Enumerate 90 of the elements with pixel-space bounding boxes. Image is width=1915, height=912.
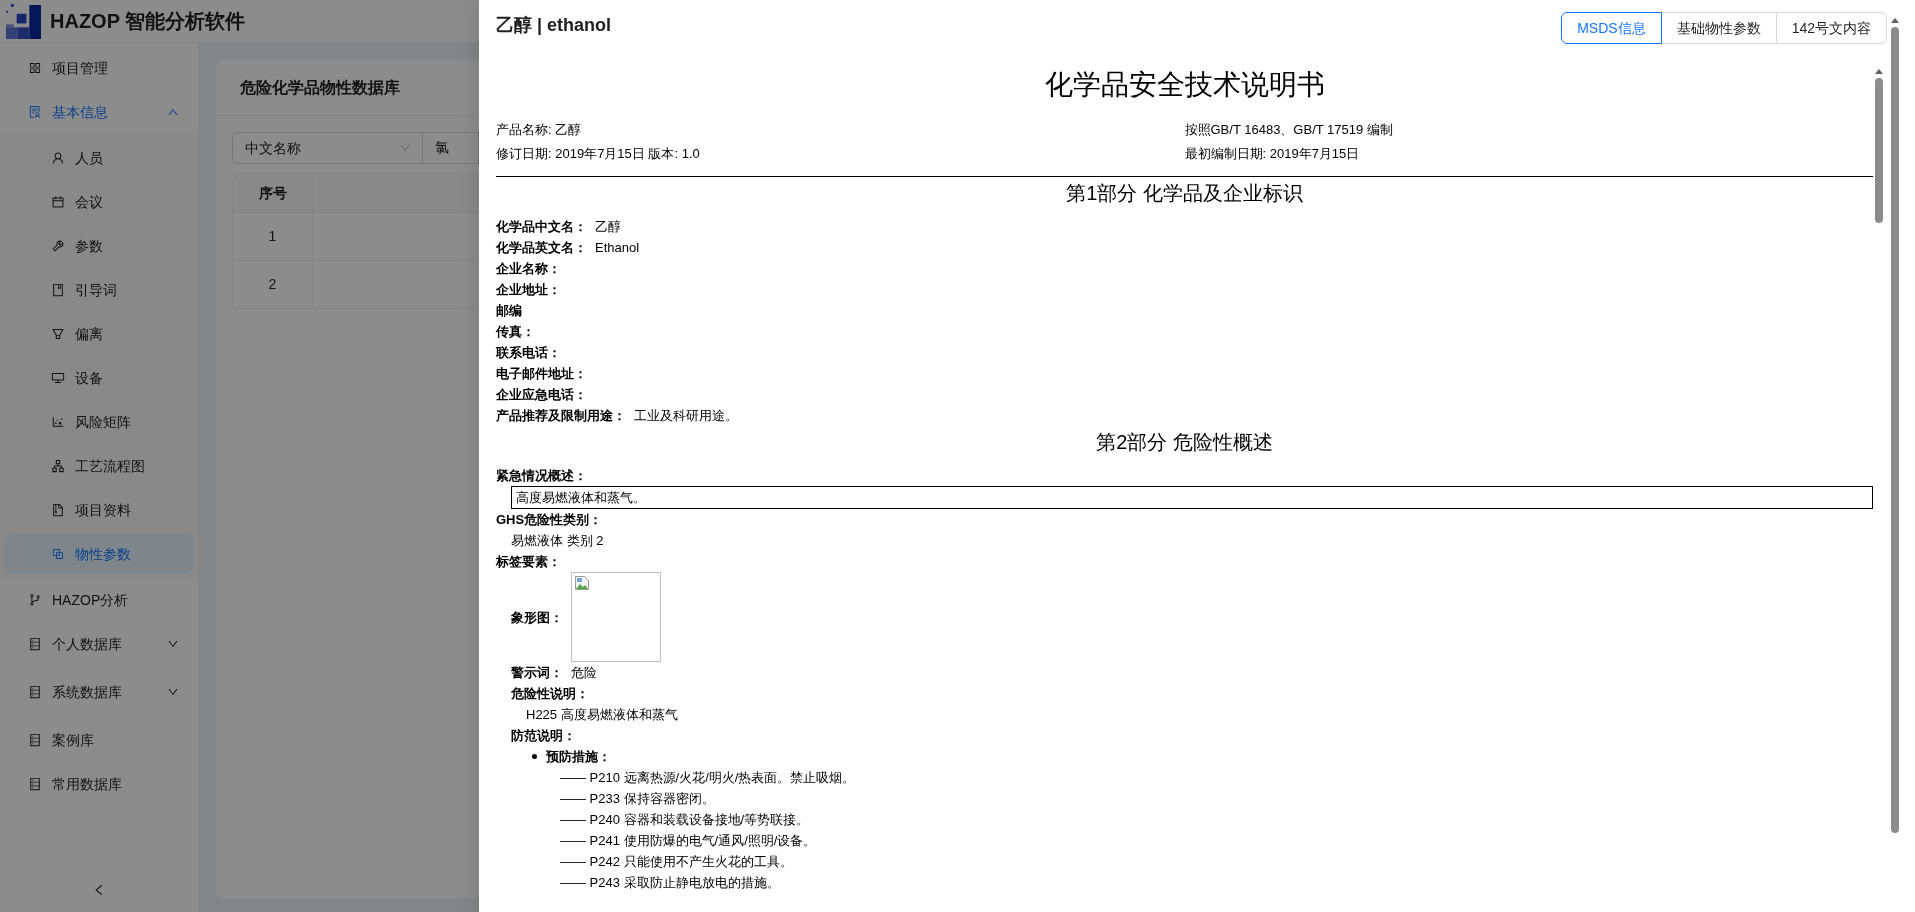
menu-item[interactable]: 基本信息: [4, 92, 194, 132]
monitor-icon: [51, 371, 65, 385]
scrollbar-thumb[interactable]: [1875, 78, 1883, 223]
zip-file-icon: [51, 503, 65, 517]
text-line: —— P243 采取防止静电放电的措施。: [560, 874, 780, 892]
scroll-up-arrow-icon[interactable]: [1891, 18, 1899, 23]
field-label: 企业名称：: [496, 260, 561, 278]
text-line: 易燃液体 类别 2: [511, 532, 604, 550]
document-title: 化学品安全技术说明书: [1044, 68, 1325, 102]
scrollbar-thumb[interactable]: [1891, 27, 1899, 833]
app-title: HAZOP 智能分析软件: [50, 9, 246, 34]
meta-text: 最初编制日期: 2019年7月15日: [1184, 144, 1360, 163]
table-cell: 1: [233, 213, 313, 260]
text-line: —— P242 只能使用不产生火花的工具。: [560, 853, 793, 871]
card-title: 危险化学品物性数据库: [240, 77, 400, 98]
menu-item[interactable]: 风险矩阵: [4, 402, 194, 442]
search-input[interactable]: 氯: [422, 132, 479, 164]
section-heading: 第1部分 化学品及企业标识: [1066, 181, 1303, 206]
text-line: H225 高度易燃液体和蒸气: [526, 706, 678, 724]
menu-item[interactable]: 个人数据库: [4, 624, 194, 664]
database-icon: [28, 733, 42, 747]
tab[interactable]: MSDS信息: [1561, 12, 1662, 44]
menu-item[interactable]: 会议: [4, 182, 194, 222]
broken-image-icon: [574, 575, 590, 591]
branch-icon: [28, 593, 42, 607]
profile-document-icon: [28, 105, 42, 119]
field-label: 象形图：: [511, 608, 563, 627]
field-label: 警示词：: [511, 664, 563, 682]
bordered-text: 高度易燃液体和蒸气。: [511, 486, 1873, 509]
logo-icon: [6, 3, 41, 39]
blocks-icon: [51, 547, 65, 561]
text-line: —— P233 保持容器密闭。: [560, 790, 715, 808]
text-line: —— P241 使用防爆的电气/通风/照明/设备。: [560, 832, 817, 850]
field-label: 邮编: [496, 302, 522, 320]
menu-item[interactable]: 项目资料: [4, 490, 194, 530]
text-line: —— P240 容器和装载设备接地/等势联接。: [560, 811, 810, 829]
tab[interactable]: 基础物性参数: [1660, 12, 1777, 44]
dot-chart-icon: [51, 415, 65, 429]
menu-item[interactable]: 人员: [4, 138, 194, 178]
field-label: 传真：: [496, 323, 535, 341]
menu-item[interactable]: 引导词: [4, 270, 194, 310]
section-heading: 第2部分 危险性概述: [1096, 430, 1273, 455]
bullet-icon: [532, 754, 537, 759]
menu-item[interactable]: 参数: [4, 226, 194, 266]
menu-item[interactable]: HAZOP分析: [4, 580, 194, 620]
menu-item[interactable]: 项目管理: [4, 48, 194, 88]
database-icon: [28, 685, 42, 699]
field-label: 标签要素：: [496, 553, 561, 571]
menu-item[interactable]: 常用数据库: [4, 764, 194, 804]
calendar-icon: [51, 195, 65, 209]
field-label: 化学品英文名：: [496, 239, 587, 257]
text-line: —— P210 远离热源/火花/明火/热表面。禁止吸烟。: [560, 769, 856, 787]
field-value: 危险: [571, 664, 597, 682]
grid-icon: [28, 61, 42, 75]
menu-item[interactable]: 案例库: [4, 720, 194, 760]
database-icon: [28, 637, 42, 651]
menu-item[interactable]: 工艺流程图: [4, 446, 194, 486]
field-label: 危险性说明：: [511, 685, 589, 703]
menu-item[interactable]: 系统数据库: [4, 672, 194, 712]
drawer-title: 乙醇 | ethanol: [496, 14, 612, 37]
field-label: 化学品中文名：: [496, 218, 587, 236]
field-label: GHS危险性类别：: [496, 511, 603, 529]
field-label: 联系电话：: [496, 344, 561, 362]
meta-text: 按照GB/T 16483、GB/T 17519 编制: [1184, 120, 1393, 139]
menu-item[interactable]: 设备: [4, 358, 194, 398]
funnel-icon: [51, 327, 65, 341]
table-header-cell: 序号: [233, 174, 313, 212]
hierarchy-icon: [51, 459, 65, 473]
chevron-down-icon: [399, 142, 411, 154]
field-label: 电子邮件地址：: [496, 365, 587, 383]
field-label: 产品推荐及限制用途：: [496, 407, 626, 425]
book-icon: [51, 283, 65, 297]
field-label: 企业地址：: [496, 281, 561, 299]
field-value: Ethanol: [595, 239, 640, 257]
field-label: 紧急情况概述：: [496, 467, 587, 485]
field-value: 乙醇: [595, 218, 621, 236]
field-label: 预防措施：: [546, 748, 611, 766]
menu-item[interactable]: 物性参数: [4, 534, 194, 574]
meta-text: 修订日期: 2019年7月15日 版本: 1.0: [496, 144, 700, 163]
user-icon: [51, 151, 65, 165]
table-cell: 2: [233, 261, 313, 308]
field-label: 企业应急电话：: [496, 386, 587, 404]
tab[interactable]: 142号文内容: [1775, 12, 1887, 44]
wrench-icon: [51, 239, 65, 253]
field-value: 工业及科研用途。: [634, 407, 738, 425]
field-label: 防范说明：: [511, 727, 576, 745]
meta-text: 产品名称: 乙醇: [496, 120, 582, 139]
menu-item[interactable]: 偏离: [4, 314, 194, 354]
database-icon: [28, 777, 42, 791]
scroll-up-arrow-icon[interactable]: [1875, 69, 1883, 74]
